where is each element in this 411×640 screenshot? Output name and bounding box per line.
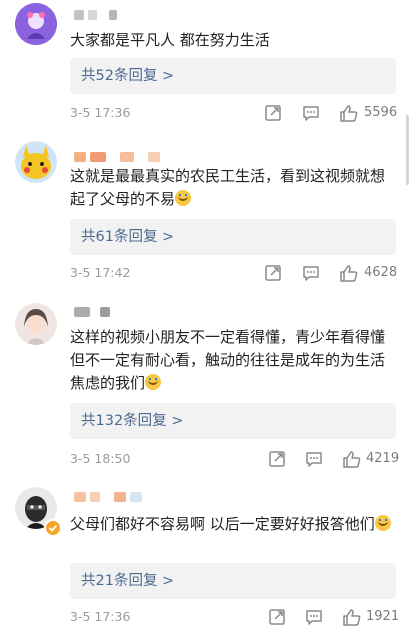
view-replies-button[interactable]: 共21条回复 > — [70, 563, 396, 599]
comment-icon[interactable] — [301, 103, 321, 123]
share-icon[interactable] — [267, 607, 287, 627]
view-replies-button[interactable]: 共61条回复 > — [70, 219, 396, 255]
share-icon[interactable] — [267, 449, 287, 469]
avatar[interactable] — [15, 3, 57, 45]
scrollbar[interactable] — [406, 115, 409, 185]
comment-text: 大家都是平凡人 都在努力生活 — [70, 31, 270, 49]
timestamp: 3-5 17:36 — [70, 609, 131, 624]
share-icon[interactable] — [263, 263, 283, 283]
crying-face-icon — [145, 374, 162, 390]
comment-meta: 3-5 17:42 4628 — [70, 263, 398, 283]
timestamp: 3-5 18:50 — [70, 451, 131, 466]
crying-face-icon — [175, 190, 192, 206]
comment-text: 这就是最最真实的农民工生活，看到这视频就想起了父母的不易 — [70, 167, 386, 208]
crying-face-icon — [374, 515, 391, 531]
comment-icon[interactable] — [301, 263, 321, 283]
username[interactable] — [74, 305, 110, 319]
verified-badge-icon — [44, 519, 62, 537]
comment-icon[interactable] — [304, 449, 324, 469]
comment-meta: 3-5 18:50 4219 — [70, 449, 400, 469]
comment-meta: 3-5 17:36 5596 — [70, 103, 398, 123]
like-count: 4219 — [366, 451, 400, 466]
view-replies-button[interactable]: 共132条回复 > — [70, 403, 396, 439]
username[interactable] — [74, 8, 117, 22]
comment-meta: 3-5 17:36 1921 — [70, 607, 400, 627]
username[interactable] — [74, 150, 160, 164]
timestamp: 3-5 17:42 — [70, 265, 131, 280]
comment-text: 这样的视频小朋友不一定看得懂，青少年看得懂但不一定有耐心看，触动的往往是成年的为… — [70, 328, 386, 392]
share-icon[interactable] — [263, 103, 283, 123]
comment-icon[interactable] — [304, 607, 324, 627]
view-replies-button[interactable]: 共52条回复 > — [70, 58, 396, 94]
username[interactable] — [74, 490, 142, 504]
thumbs-up-icon[interactable] — [339, 103, 359, 123]
like-count: 4628 — [364, 265, 398, 280]
thumbs-up-icon[interactable] — [339, 263, 359, 283]
avatar[interactable] — [15, 141, 57, 183]
timestamp: 3-5 17:36 — [70, 105, 131, 120]
thumbs-up-icon[interactable] — [342, 449, 362, 469]
thumbs-up-icon[interactable] — [342, 607, 362, 627]
avatar[interactable] — [15, 303, 57, 345]
comment-text: 父母们都好不容易啊 以后一定要好好报答他们 — [70, 513, 395, 536]
like-count: 1921 — [366, 609, 400, 624]
like-count: 5596 — [364, 105, 398, 120]
